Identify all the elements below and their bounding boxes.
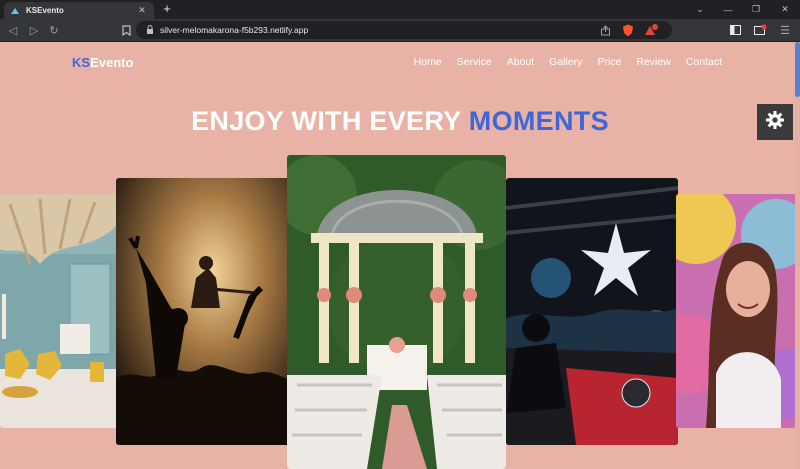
page-scrollbar[interactable] <box>795 42 800 469</box>
scrollbar-thumb[interactable] <box>795 42 800 97</box>
color-festival-photo <box>676 194 796 428</box>
browser-tab[interactable]: KSEvento ✕ <box>4 2 154 19</box>
gear-icon <box>765 110 785 135</box>
minimize-icon[interactable]: — <box>713 0 743 19</box>
dj-club-photo <box>506 178 678 445</box>
headline-white-text: ENJOY WITH EVERY <box>191 106 461 136</box>
tab-search-icon[interactable]: ⌄ <box>685 0 715 19</box>
restore-icon[interactable]: ❐ <box>741 0 771 19</box>
tab-strip: KSEvento ✕ + ⌄ — ❐ ✕ <box>0 0 800 19</box>
nav-review[interactable]: Review <box>636 56 670 68</box>
web-page: KSEvento Home Service About Gallery Pric… <box>0 42 800 469</box>
party-decor-photo <box>0 194 118 428</box>
brave-rewards-icon[interactable] <box>643 22 659 38</box>
wedding-gazebo-photo <box>287 155 506 469</box>
nav-service[interactable]: Service <box>457 56 492 68</box>
logo-ks: KS <box>72 55 91 70</box>
wallet-icon[interactable] <box>752 22 768 38</box>
nav-gallery[interactable]: Gallery <box>549 56 582 68</box>
nav-about[interactable]: About <box>507 56 534 68</box>
back-icon[interactable]: ◁ <box>5 22 21 38</box>
menu-icon[interactable]: ☰ <box>777 22 793 38</box>
nav-home[interactable]: Home <box>414 56 442 68</box>
browser-window: KSEvento ✕ + ⌄ — ❐ ✕ ◁ ▷ ↻ silver-meloma… <box>0 0 800 469</box>
site-favicon-icon <box>10 6 20 16</box>
share-icon[interactable] <box>597 22 613 38</box>
bookmark-icon[interactable] <box>118 22 134 38</box>
settings-button[interactable] <box>757 104 793 140</box>
close-tab-icon[interactable]: ✕ <box>136 5 148 16</box>
main-nav: Home Service About Gallery Price Review … <box>414 56 722 68</box>
url-text: silver-melomakarona-f5b293.netlify.app <box>160 25 309 35</box>
sidebar-icon[interactable] <box>727 22 743 38</box>
nav-contact[interactable]: Contact <box>686 56 722 68</box>
concert-crowd-photo <box>116 178 292 445</box>
close-window-icon[interactable]: ✕ <box>770 0 800 19</box>
hero-headline: ENJOY WITH EVERY MOMENTS <box>0 106 800 137</box>
logo-evento: Evento <box>90 55 134 70</box>
reload-icon[interactable]: ↻ <box>46 22 62 38</box>
lock-icon <box>146 21 154 39</box>
address-bar[interactable]: silver-melomakarona-f5b293.netlify.app <box>136 21 672 39</box>
nav-price[interactable]: Price <box>597 56 621 68</box>
tab-title: KSEvento <box>26 6 64 15</box>
browser-toolbar: ◁ ▷ ↻ silver-melomakarona-f5b293.netlify… <box>0 19 800 42</box>
new-tab-button[interactable]: + <box>160 1 174 17</box>
site-logo[interactable]: KSEvento <box>72 55 133 70</box>
forward-icon[interactable]: ▷ <box>26 22 42 38</box>
headline-blue-text: MOMENTS <box>468 106 609 136</box>
brave-shield-icon[interactable] <box>620 22 636 38</box>
